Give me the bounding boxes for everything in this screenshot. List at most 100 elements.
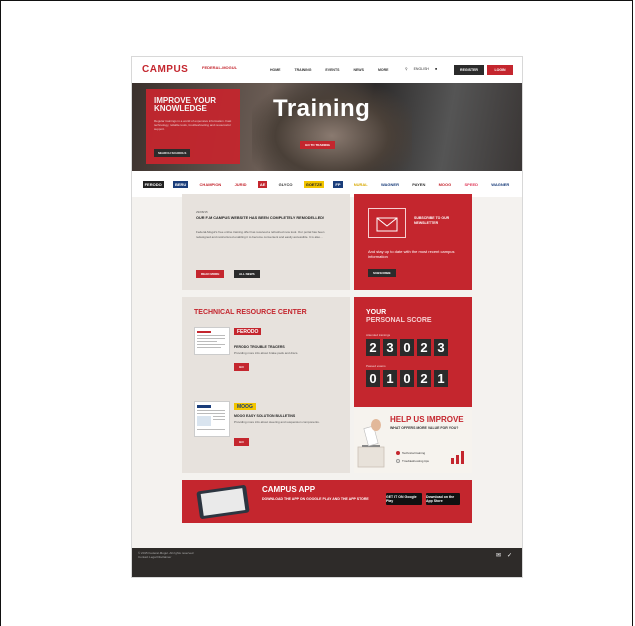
counter-digit: 0 — [400, 339, 414, 356]
counter-digit: 2 — [417, 370, 431, 387]
campus-webpage: CAMPUS FEDERAL-MOGUL HOME TRAINING EVENT… — [132, 57, 522, 577]
improve-option-technical-training[interactable]: Technical training — [396, 451, 425, 455]
counter-digit: 3 — [434, 339, 448, 356]
federal-mogul-logo: FEDERAL-MOGUL — [202, 65, 238, 70]
ferodo-document-thumbnail[interactable] — [194, 327, 230, 355]
trc-item2-go-button[interactable]: GO — [234, 438, 249, 446]
top-navigation: CAMPUS FEDERAL-MOGUL HOME TRAINING EVENT… — [132, 57, 522, 83]
trc-title: TECHNICAL RESOURCE CENTER — [194, 309, 307, 316]
brand-logo[interactable]: WAGNER — [379, 181, 401, 188]
brand-logo[interactable]: BERU — [172, 180, 189, 188]
option-label: Technical training — [402, 451, 426, 455]
subscribe-button[interactable]: SUBSCRIBE — [368, 269, 396, 277]
brand-logo[interactable]: GLYCO — [277, 181, 295, 188]
brand-logo[interactable]: FP — [333, 180, 343, 188]
news-panel: 29/08/15 OUR F-M CAMPUS WEBSITE HAS BEEN… — [182, 194, 350, 290]
brand-logo[interactable]: WAGNER — [489, 181, 511, 188]
newsletter-text: And stay up to date with the most recent… — [368, 249, 455, 259]
score-title-1: YOUR — [366, 309, 387, 316]
nav-link-training[interactable]: TRAINING — [295, 68, 312, 72]
moog-document-thumbnail[interactable] — [194, 401, 230, 437]
nav-link-events[interactable]: EVENTS — [325, 68, 339, 72]
ferodo-badge: FERODO — [234, 328, 262, 335]
improve-option-troubleshooting[interactable]: Troubleshooting tips — [396, 459, 429, 463]
hero-box-text: Regular trainings in a world of expensiv… — [154, 119, 232, 131]
go-to-training-button[interactable]: GO TO TRAINING — [300, 141, 335, 149]
campus-logo[interactable]: CAMPUS — [142, 64, 188, 75]
attended-trainings-counter: 2 3 0 2 3 — [366, 339, 448, 356]
newsletter-title: SUBSCRIBE TO OUR NEWSLETTER — [414, 216, 450, 225]
search-icon[interactable]: ⚲ — [405, 67, 408, 71]
counter-digit: 1 — [383, 370, 397, 387]
technical-resource-center: TECHNICAL RESOURCE CENTER FERODO FERODO … — [182, 297, 350, 473]
trc-item2-title[interactable]: MOOG EASY SOLUTION BULLETINS — [234, 414, 295, 418]
envelope-icon — [368, 208, 406, 238]
footer-links[interactable]: Contact Legal Disclaimer — [138, 555, 193, 559]
personal-score-panel: YOUR PERSONAL SCORE Attended trainings 2… — [354, 297, 472, 407]
brand-logo[interactable]: SPEED — [462, 181, 480, 188]
language-selector[interactable]: ENGLISH — [414, 67, 429, 71]
brand-logo[interactable]: MOOG — [437, 181, 454, 188]
footer-social: ✉ ✓ — [496, 552, 512, 559]
trc-item1-title[interactable]: FERODO TROUBLE TRACERS — [234, 345, 285, 349]
app-store-button[interactable]: Download on the App Store — [426, 493, 460, 505]
nav-link-home[interactable]: HOME — [270, 68, 281, 72]
hero-title: Training — [273, 95, 371, 122]
radio-selected[interactable] — [396, 451, 400, 455]
brand-logo[interactable]: NURAL — [352, 181, 370, 188]
google-play-button[interactable]: GET IT ON Google Play — [386, 493, 422, 505]
news-date: 29/08/15 — [196, 210, 208, 214]
brand-logo[interactable]: JURID — [233, 181, 249, 188]
radio-unselected[interactable] — [396, 459, 400, 463]
passed-exams-label: Passed exams — [366, 364, 386, 368]
counter-digit: 0 — [400, 370, 414, 387]
footer-copyright: © 2015 Federal-Mogul. All rights reserve… — [138, 551, 193, 559]
news-title[interactable]: OUR F-M CAMPUS WEBSITE HAS BEEN COMPLETE… — [196, 216, 326, 221]
news-text: Federal-Mogul's free online training off… — [196, 230, 325, 239]
trc-item1-go-button[interactable]: GO — [234, 363, 249, 371]
bar-chart-icon — [451, 451, 464, 464]
twitter-icon[interactable]: ✓ — [507, 552, 512, 559]
login-button[interactable]: LOGIN — [487, 65, 513, 75]
app-subtitle: DOWNLOAD THE APP ON GOOGLE PLAY AND THE … — [262, 497, 369, 501]
passed-exams-counter: 0 1 0 2 1 — [366, 370, 448, 387]
help-us-improve-panel: HELP US IMPROVE WHAT OFFERS MORE VALUE F… — [354, 409, 472, 473]
mail-icon[interactable]: ✉ — [496, 552, 501, 559]
lock-icon: ■ — [434, 67, 438, 71]
brand-logo[interactable]: FERODO — [142, 180, 164, 188]
hero-knowledge-box: IMPROVE YOUR KNOWLEDGE Regular trainings… — [146, 89, 240, 164]
brand-logo[interactable]: AE — [257, 180, 268, 188]
ballot-box-icon — [357, 419, 385, 468]
counter-digit: 1 — [434, 370, 448, 387]
hero-box-title: IMPROVE YOUR KNOWLEDGE — [154, 96, 217, 113]
nav-link-more[interactable]: MORE — [378, 68, 389, 72]
app-title: CAMPUS APP — [262, 485, 316, 494]
search-schools-button[interactable]: SEARCH SCHOOLS — [154, 149, 191, 157]
option-label: Troubleshooting tips — [402, 459, 429, 463]
nav-links: HOME TRAINING EVENTS NEWS MORE — [270, 68, 388, 72]
all-news-button[interactable]: ALL NEWS — [234, 270, 260, 278]
hero-banner: IMPROVE YOUR KNOWLEDGE Regular trainings… — [132, 83, 522, 171]
counter-digit: 2 — [366, 339, 380, 356]
score-title-2: PERSONAL SCORE — [366, 317, 432, 324]
brand-logo[interactable]: CHAMPION — [198, 181, 224, 188]
counter-digit: 0 — [366, 370, 380, 387]
moog-badge: MOOG — [234, 403, 256, 410]
improve-title: HELP US IMPROVE — [390, 415, 464, 424]
trc-item2-text: Providing more info about steering and s… — [234, 420, 320, 424]
improve-subtitle: WHAT OFFERS MORE VALUE FOR YOU? — [390, 426, 459, 430]
trc-item1-text: Providing more info about brake pads and… — [234, 351, 299, 355]
brand-logo[interactable]: GOETZE — [303, 180, 325, 188]
register-button[interactable]: REGISTER — [454, 65, 484, 75]
attended-trainings-label: Attended trainings — [366, 333, 391, 337]
read-more-button[interactable]: READ MORE — [196, 270, 225, 278]
nav-link-news[interactable]: NEWS — [353, 68, 364, 72]
brand-logo[interactable]: PAYEN — [410, 181, 427, 188]
nav-utilities: ⚲ ENGLISH ■ — [405, 67, 437, 71]
footer: © 2015 Federal-Mogul. All rights reserve… — [132, 548, 522, 577]
campus-app-banner: CAMPUS APP DOWNLOAD THE APP ON GOOGLE PL… — [182, 480, 472, 523]
tablet-icon — [196, 484, 250, 520]
newsletter-panel: SUBSCRIBE TO OUR NEWSLETTER And stay up … — [354, 194, 472, 290]
counter-digit: 2 — [417, 339, 431, 356]
counter-digit: 3 — [383, 339, 397, 356]
